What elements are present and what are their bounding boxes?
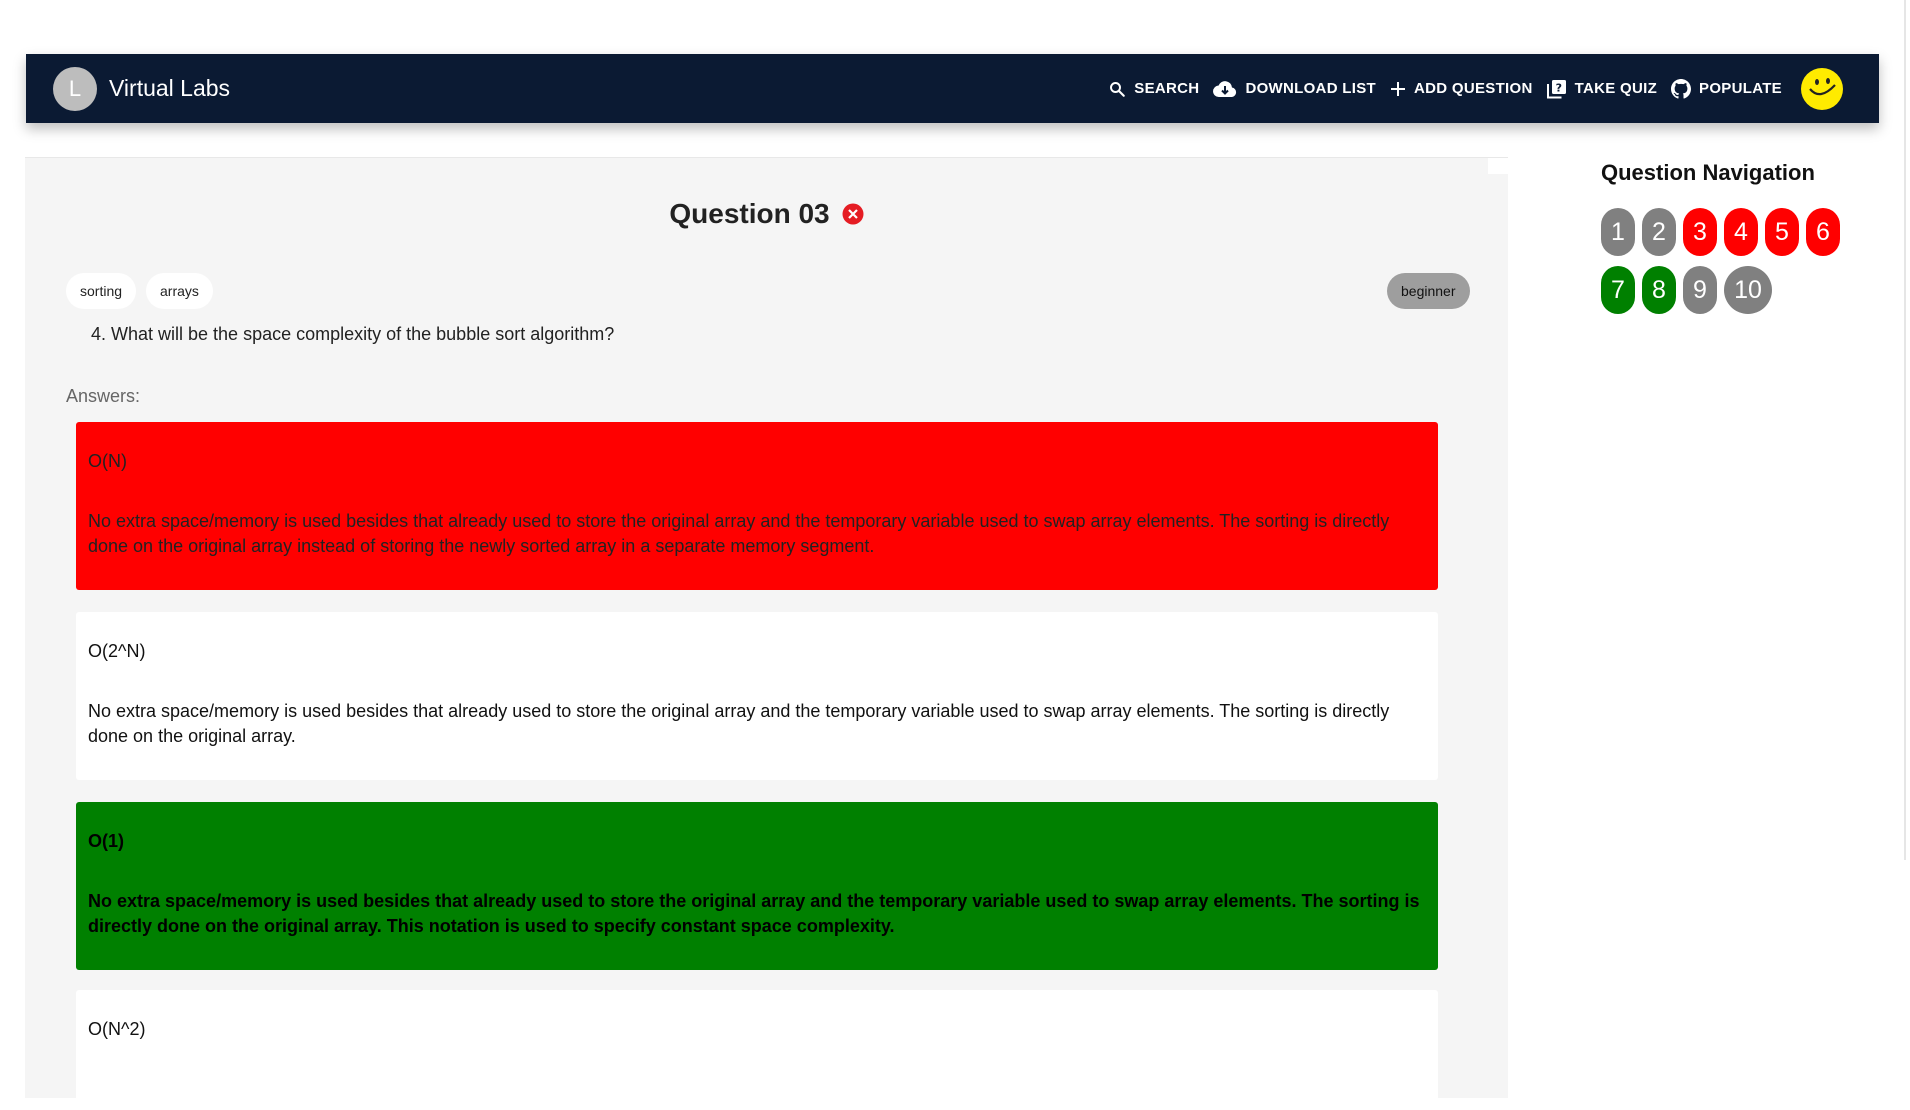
answer-option[interactable]: O(N) No extra space/memory is used besid… xyxy=(76,422,1438,590)
avatar: L xyxy=(53,66,97,111)
question-nav-button-8[interactable]: 8 xyxy=(1642,266,1676,314)
question-text: 4. What will be the space complexity of … xyxy=(91,324,615,344)
answer-option-text: O(2^N) xyxy=(88,641,146,661)
question-title: Question 03 xyxy=(669,198,830,229)
download-list-button[interactable]: DOWNLOAD LIST xyxy=(1213,80,1376,98)
card-corner xyxy=(1488,158,1508,174)
search-icon xyxy=(1110,81,1126,97)
difficulty-chip: beginner xyxy=(1387,273,1470,309)
github-icon xyxy=(1671,78,1692,99)
answer-option[interactable]: O(2^N) No extra space/memory is used bes… xyxy=(76,612,1438,780)
question-nav-button-2[interactable]: 2 xyxy=(1642,208,1676,256)
cloud-download-icon xyxy=(1213,80,1237,97)
answers-label: Answers: xyxy=(66,386,141,406)
answer-option[interactable]: O(N^2) xyxy=(76,990,1438,1110)
smiley-icon[interactable] xyxy=(1800,67,1844,111)
add-question-label: ADD QUESTION xyxy=(1414,80,1533,97)
answer-explanation: No extra space/memory is used besides th… xyxy=(88,511,1390,556)
incorrect-icon xyxy=(842,203,864,225)
quiz-icon: ? xyxy=(1546,79,1566,98)
question-nav-button-4[interactable]: 4 xyxy=(1724,208,1758,256)
question-nav-button-10[interactable]: 10 xyxy=(1724,266,1772,314)
question-nav-button-3[interactable]: 3 xyxy=(1683,208,1717,256)
question-nav-button-5[interactable]: 5 xyxy=(1765,208,1799,256)
tag-chip-sorting: sorting xyxy=(66,273,137,309)
app-bar: L Virtual Labs SEARCH DOWNLOAD LIST ADD … xyxy=(26,54,1879,123)
populate-button[interactable]: POPULATE xyxy=(1671,78,1782,99)
add-question-button[interactable]: ADD QUESTION xyxy=(1390,80,1533,97)
question-nav-button-6[interactable]: 6 xyxy=(1806,208,1840,256)
answer-explanation: No extra space/memory is used besides th… xyxy=(88,891,1420,936)
search-label: SEARCH xyxy=(1134,80,1200,97)
answer-option[interactable]: O(1) No extra space/memory is used besid… xyxy=(76,802,1438,970)
nav-bar: SEARCH DOWNLOAD LIST ADD QUESTION ? TAKE… xyxy=(1094,54,1879,123)
scrollbar-track[interactable] xyxy=(1904,0,1906,860)
take-quiz-label: TAKE QUIZ xyxy=(1574,80,1658,97)
svg-text:?: ? xyxy=(1555,81,1562,94)
answer-option-text: O(1) xyxy=(88,831,124,851)
search-button[interactable]: SEARCH xyxy=(1108,80,1199,98)
populate-label: POPULATE xyxy=(1699,80,1782,97)
question-nav-button-9[interactable]: 9 xyxy=(1683,266,1717,314)
question-heading: Question 03 xyxy=(25,198,1508,230)
question-card: Question 03 sorting arrays beginner 4. W… xyxy=(25,157,1508,1110)
plus-icon xyxy=(1391,81,1405,96)
tag-chip-arrays: arrays xyxy=(146,273,213,309)
question-nav-button-1[interactable]: 1 xyxy=(1601,208,1635,256)
app-title: Virtual Labs xyxy=(109,75,231,101)
answer-option-text: O(N) xyxy=(88,451,127,471)
take-quiz-button[interactable]: ? TAKE QUIZ xyxy=(1546,79,1658,99)
brand[interactable]: L Virtual Labs xyxy=(53,66,231,111)
download-list-label: DOWNLOAD LIST xyxy=(1245,80,1376,97)
question-navigation: 1 2 3 4 5 6 7 8 9 10 xyxy=(1601,208,1851,314)
answer-option-text: O(N^2) xyxy=(88,1019,146,1039)
question-nav-button-7[interactable]: 7 xyxy=(1601,266,1635,314)
answer-explanation: No extra space/memory is used besides th… xyxy=(88,701,1390,746)
question-navigation-title: Question Navigation xyxy=(1601,160,1815,185)
